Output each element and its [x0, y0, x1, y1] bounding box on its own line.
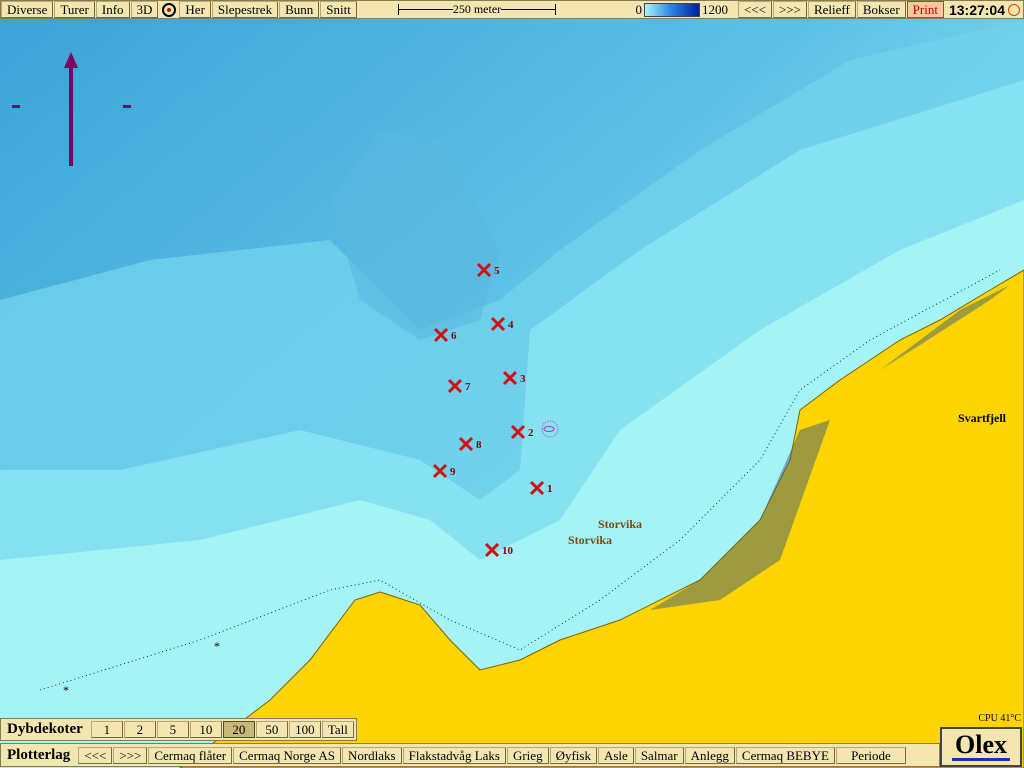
waypoint-label: 5: [494, 265, 500, 277]
top-toolbar: Diverse Turer Info 3D Her Slepestrek Bun…: [0, 0, 1024, 19]
plotter-layer-button[interactable]: Øyfisk: [549, 746, 597, 764]
plotterlag-label: Plotterlag: [7, 746, 71, 763]
contour-20-button[interactable]: 20: [222, 721, 255, 738]
place-label-storvika: Storvika: [598, 517, 643, 531]
depth-gradient: [643, 2, 700, 17]
waypoint-label: 10: [502, 545, 514, 557]
contour-100-button[interactable]: 100: [288, 721, 321, 738]
depth-contours-bar: Dybdekoter 1 2 5 10 20 50 100 Tall: [0, 718, 357, 741]
diverse-button[interactable]: Diverse: [1, 1, 54, 18]
her-button[interactable]: Her: [179, 1, 211, 18]
cpu-temperature: CPU 41°C: [978, 713, 1021, 724]
plotter-layer-button[interactable]: Cermaq Norge AS: [233, 746, 341, 764]
plotter-layer-button[interactable]: Anlegg: [684, 746, 735, 764]
bokser-button[interactable]: Bokser: [856, 1, 906, 18]
print-button[interactable]: Print: [906, 1, 944, 18]
scale-label: 250 meter: [452, 2, 502, 16]
olex-logo-text: Olex: [955, 730, 1007, 759]
contour-10-button[interactable]: 10: [189, 721, 222, 738]
waypoint-label: 4: [508, 319, 514, 331]
plotter-layer-button[interactable]: Nordlaks: [341, 746, 402, 764]
sun-icon[interactable]: [1008, 3, 1020, 16]
sea-chart-map[interactable]: * * 12345678910: [0, 0, 1024, 768]
plotter-layers-bar: Plotterlag <<< >>> Cermaq flåter Cermaq Nor…: [0, 743, 940, 767]
plotter-layer-button[interactable]: Cermaq BEBYE: [735, 746, 835, 764]
depth-legend: 0 1200: [635, 2, 728, 18]
sounding-mark: *: [214, 639, 220, 653]
snitt-button[interactable]: Snitt: [320, 1, 357, 18]
plotter-layer-button[interactable]: >>>: [113, 746, 148, 764]
plotter-layer-button[interactable]: Cermaq flåter: [148, 746, 233, 764]
plotter-layer-button[interactable]: Asle: [597, 746, 634, 764]
bunn-button[interactable]: Bunn: [279, 1, 320, 18]
waypoint-label: 6: [451, 330, 457, 342]
contour-50-button[interactable]: 50: [255, 721, 288, 738]
contour-5-button[interactable]: 5: [156, 721, 189, 738]
sounding-mark: *: [63, 683, 69, 697]
waypoint-label: 7: [465, 381, 471, 393]
contour-tall-button[interactable]: Tall: [321, 721, 354, 738]
contour-2-button[interactable]: 2: [123, 721, 156, 738]
next-button[interactable]: >>>: [772, 1, 807, 18]
place-label-svartfjell: Svartfjell: [958, 411, 1006, 425]
waypoint-label: 2: [528, 427, 534, 439]
plotter-layer-button[interactable]: <<<: [78, 746, 113, 764]
plotter-layer-button[interactable]: Salmar: [634, 746, 684, 764]
prev-button[interactable]: <<<: [737, 1, 772, 18]
waypoint-label: 1: [547, 483, 553, 495]
place-label-storvika: Storvika: [568, 533, 613, 547]
slepestrek-button[interactable]: Slepestrek: [211, 1, 279, 18]
clock: 13:27:04: [948, 1, 1005, 18]
depth-max: 1200: [701, 1, 728, 17]
info-button[interactable]: Info: [95, 1, 130, 18]
waypoint-label: 9: [450, 466, 456, 478]
relieff-button[interactable]: Relieff: [807, 1, 856, 18]
3d-button[interactable]: 3D: [130, 1, 159, 18]
plotter-layer-button[interactable]: Grieg: [506, 746, 549, 764]
waypoint-label: 3: [520, 373, 526, 385]
olex-logo-button[interactable]: Olex: [940, 727, 1022, 767]
depth-min: 0: [635, 1, 642, 17]
dybdekoter-label: Dybdekoter: [7, 721, 83, 737]
target-icon[interactable]: [162, 2, 177, 17]
scale-bar: 250 meter: [397, 2, 557, 17]
waypoint-label: 8: [476, 439, 482, 451]
contour-1-button[interactable]: 1: [90, 721, 123, 738]
plotter-layer-button[interactable]: Periode: [835, 746, 906, 764]
plotter-layer-button[interactable]: Flakstadvåg Laks: [402, 746, 506, 764]
turer-button[interactable]: Turer: [54, 1, 95, 18]
